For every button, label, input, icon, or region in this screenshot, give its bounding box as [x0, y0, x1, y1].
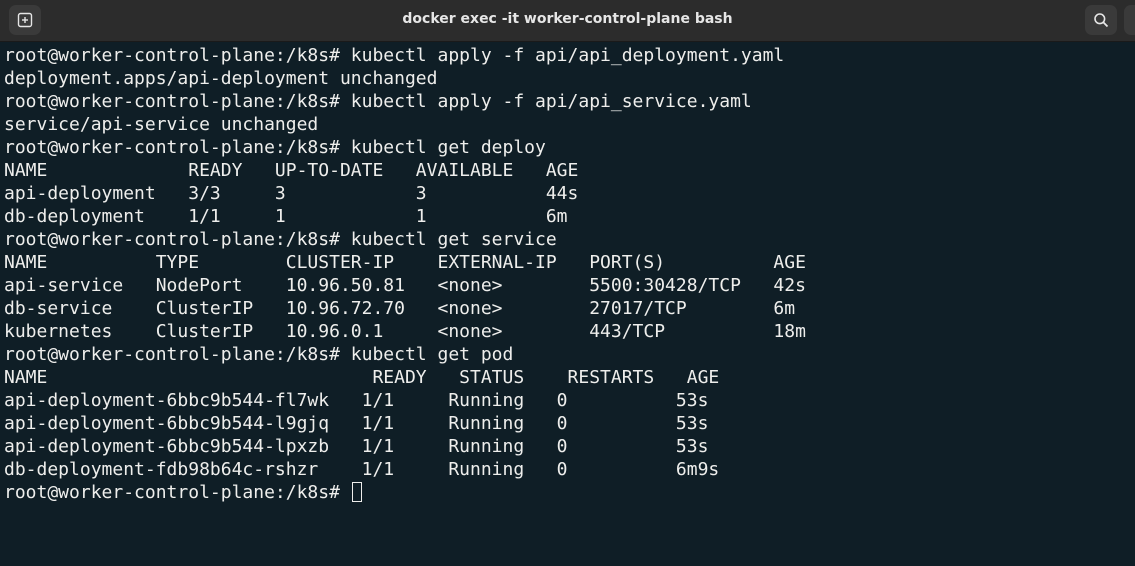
terminal-line: root@worker-control-plane:/k8s# kubectl … [4, 137, 546, 158]
terminal-line: kubernetes ClusterIP 10.96.0.1 <none> 44… [4, 321, 806, 342]
terminal-line: root@worker-control-plane:/k8s# kubectl … [4, 45, 785, 66]
text-cursor [351, 482, 362, 502]
terminal-line: api-deployment 3/3 3 3 44s [4, 183, 579, 204]
terminal-line: api-service NodePort 10.96.50.81 <none> … [4, 275, 806, 296]
terminal-line: root@worker-control-plane:/k8s# kubectl … [4, 344, 514, 365]
search-icon [1093, 12, 1109, 28]
terminal-line: db-deployment-fdb98b64c-rshzr 1/1 Runnin… [4, 459, 720, 480]
terminal-line: NAME TYPE CLUSTER-IP EXTERNAL-IP PORT(S)… [4, 252, 806, 273]
prompt-line[interactable]: root@worker-control-plane:/k8s# [4, 481, 806, 504]
shell-prompt: root@worker-control-plane:/k8s# [4, 482, 351, 503]
window-title: docker exec -it worker-control-plane bas… [402, 11, 733, 27]
terminal-line: api-deployment-6bbc9b544-l9gjq 1/1 Runni… [4, 413, 709, 434]
terminal-line: NAME READY UP-TO-DATE AVAILABLE AGE [4, 160, 579, 181]
menu-button[interactable] [1124, 5, 1135, 35]
terminal-line: deployment.apps/api-deployment unchanged [4, 68, 438, 89]
terminal-line: api-deployment-6bbc9b544-lpxzb 1/1 Runni… [4, 436, 709, 457]
terminal-line: db-deployment 1/1 1 1 6m [4, 206, 568, 227]
terminal-window: docker exec -it worker-control-plane bas… [0, 0, 1135, 566]
terminal-line: api-deployment-6bbc9b544-fl7wk 1/1 Runni… [4, 390, 709, 411]
terminal-output[interactable]: root@worker-control-plane:/k8s# kubectl … [0, 42, 1135, 566]
terminal-line: root@worker-control-plane:/k8s# kubectl … [4, 91, 752, 112]
terminal-line: root@worker-control-plane:/k8s# kubectl … [4, 229, 557, 250]
title-bar: docker exec -it worker-control-plane bas… [0, 0, 1135, 42]
search-button[interactable] [1085, 5, 1117, 35]
terminal-lines: root@worker-control-plane:/k8s# kubectl … [4, 44, 806, 504]
terminal-line: NAME READY STATUS RESTARTS AGE [4, 367, 720, 388]
terminal-line: service/api-service unchanged [4, 114, 319, 135]
terminal-line: db-service ClusterIP 10.96.72.70 <none> … [4, 298, 796, 319]
